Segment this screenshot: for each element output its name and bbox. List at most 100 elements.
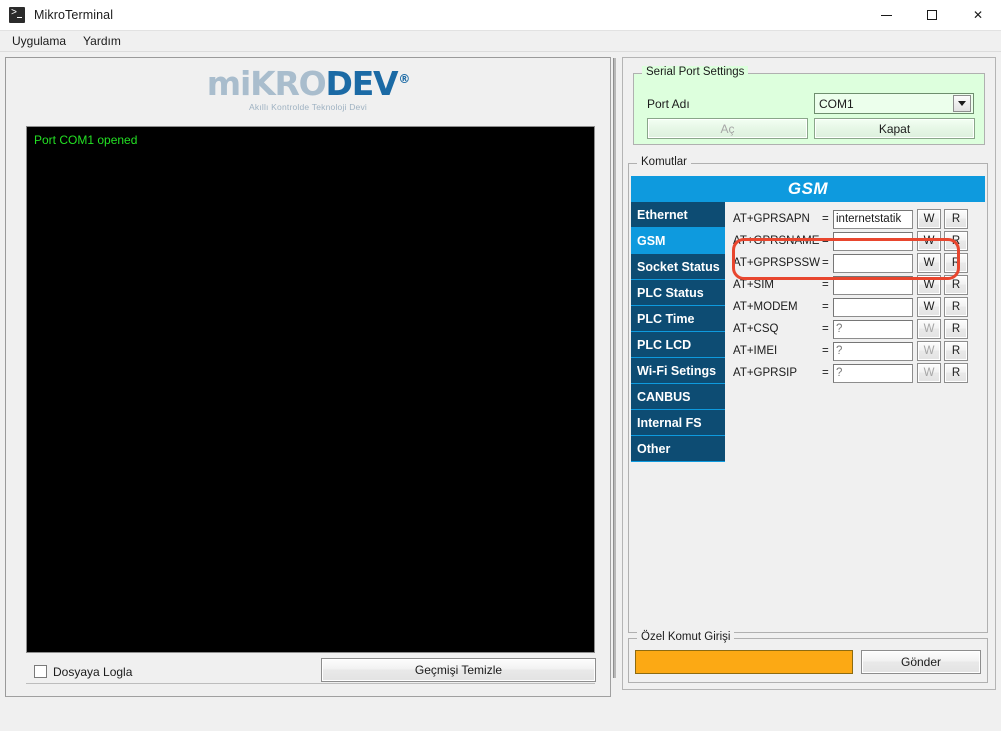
tab-plc-time[interactable]: PLC Time xyxy=(631,306,725,332)
read-button[interactable]: R xyxy=(944,363,968,383)
tab-wi-fi-setings[interactable]: Wi-Fi Setings xyxy=(631,358,725,384)
equals-sign: = xyxy=(822,213,829,225)
equals-sign: = xyxy=(822,301,829,313)
port-name-label: Port Adı xyxy=(647,97,690,111)
commands-tablist: Ethernet GSM Socket Status PLC Status PLC Ti… xyxy=(631,202,725,462)
log-to-file-label: Dosyaya Logla xyxy=(53,664,133,679)
chevron-down-icon[interactable] xyxy=(953,95,971,112)
read-button[interactable]: R xyxy=(944,253,968,273)
log-to-file-checkbox[interactable]: Dosyaya Logla xyxy=(26,665,316,679)
tab-label: PLC Time xyxy=(637,311,695,326)
custom-command-title: Özel Komut Girişi xyxy=(637,631,735,643)
tab-canbus[interactable]: CANBUS xyxy=(631,384,725,410)
command-row: AT+MODEM = W R xyxy=(733,296,983,318)
read-button[interactable]: R xyxy=(944,231,968,251)
tab-label: Other xyxy=(637,441,671,456)
write-button[interactable]: W xyxy=(917,209,941,229)
tab-label: CANBUS xyxy=(637,389,691,404)
equals-sign: = xyxy=(822,279,829,291)
command-row: AT+GPRSIP =? W R xyxy=(733,362,983,384)
read-button[interactable]: R xyxy=(944,341,968,361)
close-port-button[interactable]: Kapat xyxy=(814,118,975,139)
registered-trademark-icon: ® xyxy=(398,71,410,86)
write-button[interactable]: W xyxy=(917,297,941,317)
close-icon[interactable]: ✕ xyxy=(955,0,1001,31)
tab-internal-fs[interactable]: Internal FS xyxy=(631,410,725,436)
command-value-input[interactable]: ? xyxy=(833,319,913,339)
terminal-line: Port COM1 opened xyxy=(34,133,138,147)
command-value-input[interactable] xyxy=(833,275,913,295)
command-name-label: AT+GPRSPSSW xyxy=(733,257,821,269)
command-row: AT+GPRSNAME = W R xyxy=(733,230,983,252)
serial-port-settings-title: Serial Port Settings xyxy=(642,66,749,78)
panel-splitter[interactable] xyxy=(613,58,616,678)
menu-item-yardim[interactable]: Yardım xyxy=(75,32,129,50)
window-titlebar: MikroTerminal ✕ xyxy=(0,0,1001,31)
commands-rows: AT+GPRSAPN = internetstatik W R AT+GPRSNAME = W… xyxy=(733,208,983,384)
send-command-button[interactable]: Gönder xyxy=(861,650,981,674)
command-value-input[interactable]: ? xyxy=(833,341,913,361)
equals-sign: = xyxy=(822,367,829,379)
menubar: Uygulama Yardım xyxy=(0,31,1001,52)
command-value-input[interactable] xyxy=(833,253,913,273)
read-button[interactable]: R xyxy=(944,319,968,339)
minimize-icon[interactable] xyxy=(863,0,909,31)
command-value-input[interactable] xyxy=(833,297,913,317)
tab-label: Internal FS xyxy=(637,415,702,430)
commands-group-title: Komutlar xyxy=(637,156,692,168)
command-name-label: AT+SIM xyxy=(733,279,775,291)
tab-label: Wi-Fi Setings xyxy=(637,363,717,378)
open-port-button[interactable]: Aç xyxy=(647,118,808,139)
left-panel: miKRODEV® Akıllı Kontrolde Teknoloji Dev… xyxy=(5,57,611,697)
tab-label: PLC LCD xyxy=(637,337,692,352)
tab-plc-status[interactable]: PLC Status xyxy=(631,280,725,306)
menu-item-uygulama[interactable]: Uygulama xyxy=(4,32,74,50)
checkbox-box-icon[interactable] xyxy=(34,665,47,678)
command-name-label: AT+IMEI xyxy=(733,345,778,357)
commands-header-title: GSM xyxy=(787,179,829,198)
custom-command-group: Özel Komut Girişi Gönder xyxy=(628,631,988,683)
terminal-output[interactable]: Port COM1 opened xyxy=(26,126,595,653)
tab-other[interactable]: Other xyxy=(631,436,725,462)
terminal-icon xyxy=(9,6,25,23)
tab-plc-lcd[interactable]: PLC LCD xyxy=(631,332,725,358)
custom-command-input[interactable] xyxy=(635,650,853,674)
tab-socket-status[interactable]: Socket Status xyxy=(631,254,725,280)
command-name-label: AT+GPRSNAME xyxy=(733,235,820,247)
write-button[interactable]: W xyxy=(917,275,941,295)
window-controls: ✕ xyxy=(863,0,1001,31)
equals-sign: = xyxy=(822,257,829,269)
maximize-icon[interactable] xyxy=(909,0,955,31)
tab-gsm[interactable]: GSM xyxy=(631,228,725,254)
equals-sign: = xyxy=(822,323,829,335)
write-button[interactable]: W xyxy=(917,253,941,273)
tab-ethernet[interactable]: Ethernet xyxy=(631,202,725,228)
read-button[interactable]: R xyxy=(944,297,968,317)
window-title: MikroTerminal xyxy=(34,8,114,22)
write-button[interactable]: W xyxy=(917,341,941,361)
write-button[interactable]: W xyxy=(917,363,941,383)
commands-header-bar: GSM xyxy=(631,176,985,202)
equals-sign: = xyxy=(822,235,829,247)
read-button[interactable]: R xyxy=(944,275,968,295)
command-row: AT+CSQ =? W R xyxy=(733,318,983,340)
command-value-input[interactable]: internetstatik xyxy=(833,209,913,229)
write-button[interactable]: W xyxy=(917,231,941,251)
command-row: AT+GPRSPSSW = W R xyxy=(733,252,983,274)
right-panel: Serial Port Settings Port Adı COM1 Aç Ka… xyxy=(622,57,996,690)
clear-history-button[interactable]: Geçmişi Temizle xyxy=(321,658,596,682)
tab-label: Socket Status xyxy=(637,259,720,274)
brand-logo: miKRODEV® Akıllı Kontrolde Teknoloji Dev… xyxy=(6,58,610,120)
command-value-input[interactable]: ? xyxy=(833,363,913,383)
read-button[interactable]: R xyxy=(944,209,968,229)
tab-label: PLC Status xyxy=(637,285,704,300)
command-name-label: AT+GPRSIP xyxy=(733,367,798,379)
logo-tagline: Akıllı Kontrolde Teknoloji Devi xyxy=(248,101,367,112)
command-name-label: AT+GPRSAPN xyxy=(733,213,810,225)
command-value-input[interactable] xyxy=(833,231,913,251)
command-name-label: AT+CSQ xyxy=(733,323,779,335)
tab-label: Ethernet xyxy=(637,207,688,222)
write-button[interactable]: W xyxy=(917,319,941,339)
port-name-select[interactable]: COM1 xyxy=(814,93,974,114)
equals-sign: = xyxy=(822,345,829,357)
